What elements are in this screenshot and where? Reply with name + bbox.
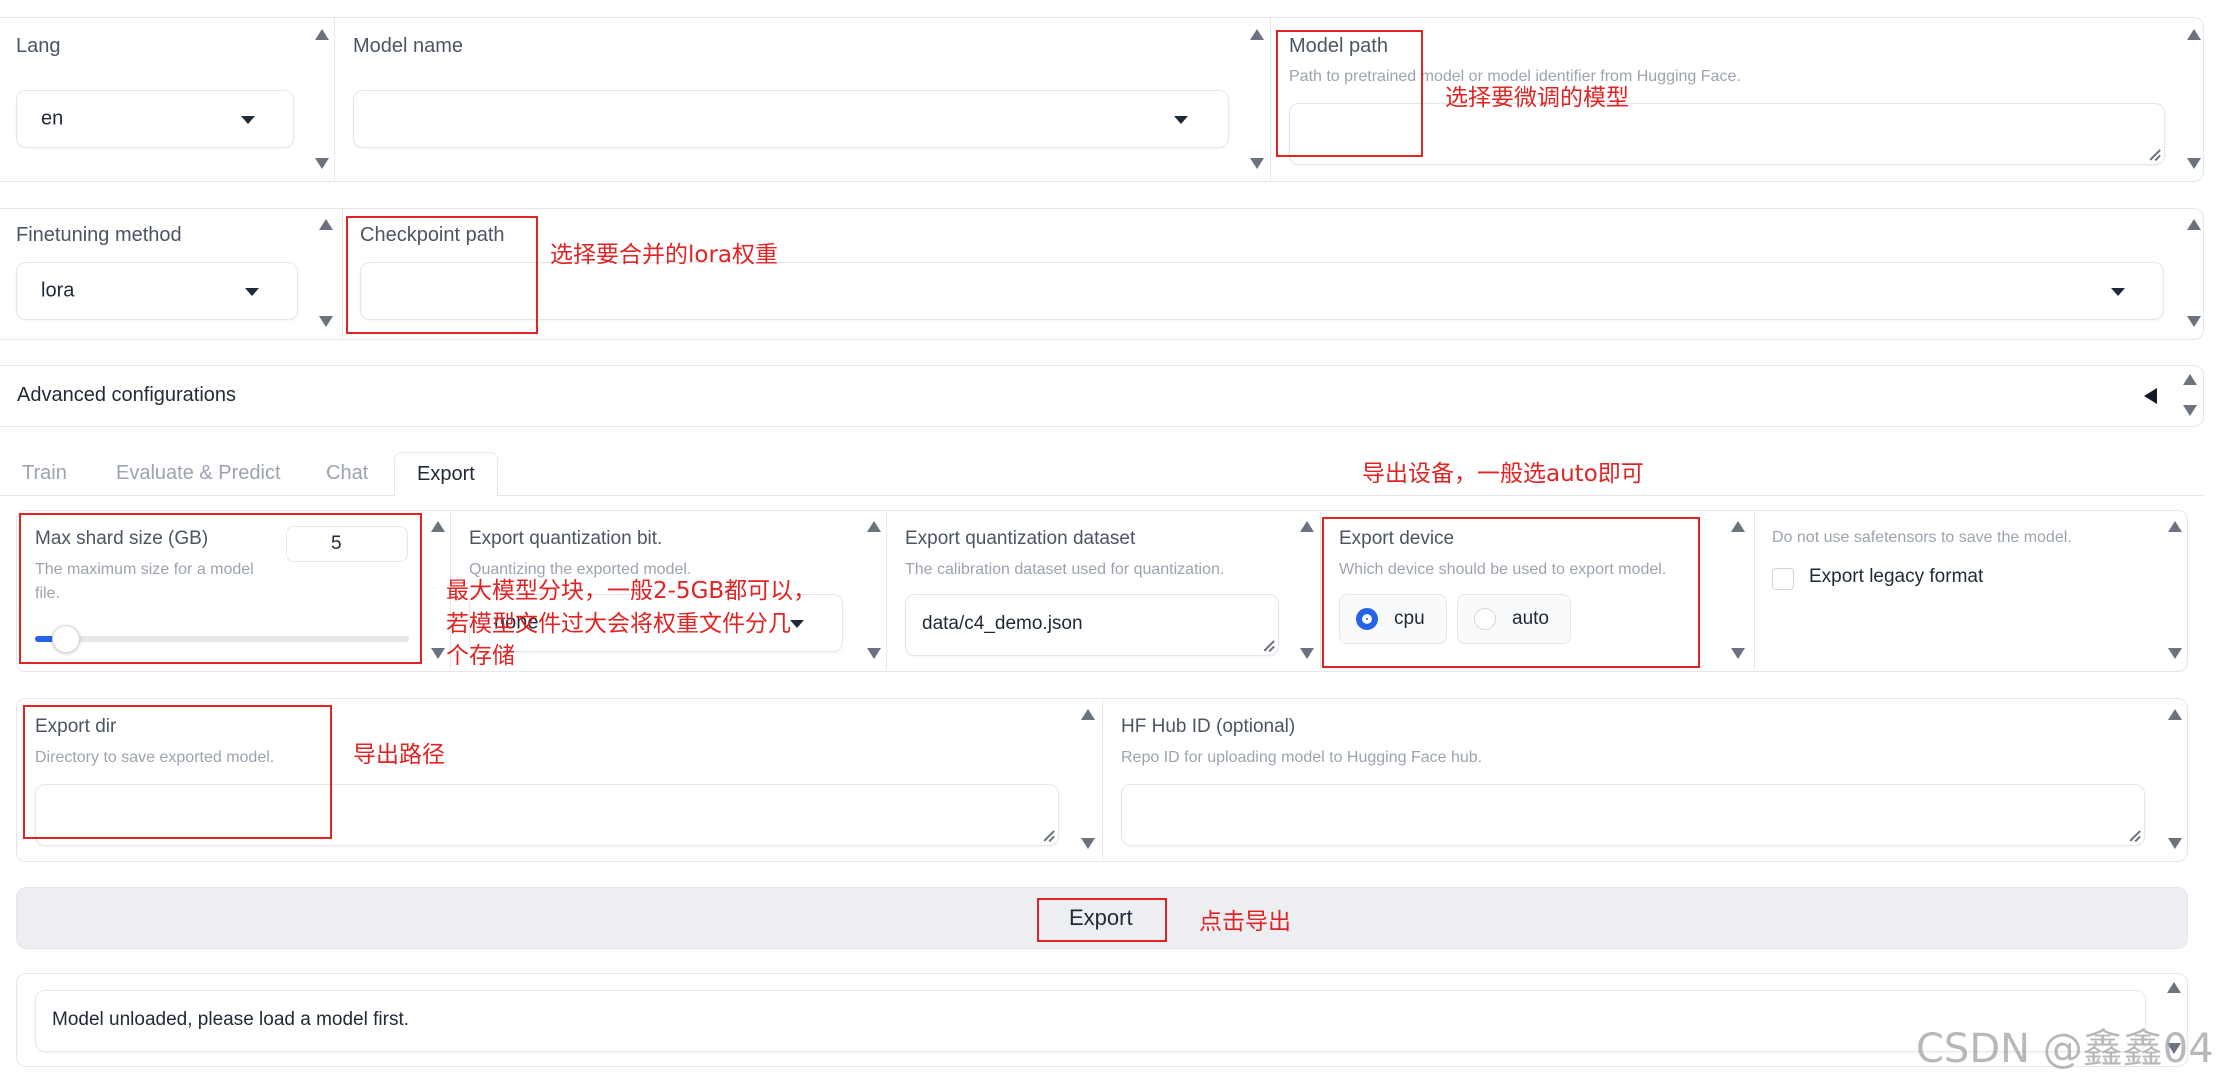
legacy-info: Do not use safetensors to save the model… <box>1772 529 2072 546</box>
annotation-box-shard <box>19 513 422 664</box>
scroll-up-icon[interactable] <box>2187 29 2201 40</box>
tab-export-label: Export <box>417 463 475 485</box>
scroll-up-icon[interactable] <box>319 219 333 230</box>
lang-dropdown[interactable]: en <box>16 90 294 148</box>
annotation-dir: 导出路径 <box>353 742 445 768</box>
resize-grip-icon[interactable] <box>1042 829 1054 841</box>
legacy-checkbox[interactable] <box>1772 568 1794 590</box>
scroll-up-icon[interactable] <box>431 521 445 532</box>
output-text: Model unloaded, please load a model firs… <box>52 1009 410 1030</box>
scroll-up-icon[interactable] <box>2167 982 2181 993</box>
scroll-down-icon[interactable] <box>315 158 329 169</box>
advanced-accordion[interactable]: Advanced configurations <box>0 365 2204 427</box>
chevron-down-icon <box>790 620 804 628</box>
finetuning-group: Finetuning method lora <box>0 208 342 340</box>
quant-bit-label: Export quantization bit. <box>469 528 663 549</box>
legacy-label: Export legacy format <box>1809 566 1984 587</box>
checkpoint-group: Checkpoint path <box>342 208 2204 340</box>
scroll-up-icon[interactable] <box>1081 709 1095 720</box>
quant-dataset-label: Export quantization dataset <box>905 528 1136 549</box>
annotation-box-device <box>1322 517 1700 668</box>
lang-group: Lang en <box>0 17 329 182</box>
scroll-down-icon[interactable] <box>1300 648 1314 659</box>
tab-bar: Train Evaluate & Predict Chat Export <box>0 452 2204 497</box>
hub-input[interactable] <box>1121 784 2145 846</box>
output-box[interactable]: Model unloaded, please load a model firs… <box>35 990 2146 1052</box>
scroll-up-icon[interactable] <box>2187 219 2201 230</box>
scroll-up-icon[interactable] <box>2168 709 2182 720</box>
lang-label: Lang <box>16 35 61 57</box>
tab-train[interactable]: Train <box>22 462 67 485</box>
resize-grip-icon[interactable] <box>1262 639 1274 651</box>
annotation-shard-1: 最大模型分块，一般2-5GB都可以， <box>446 578 817 604</box>
model-name-group: Model name <box>334 17 1270 182</box>
scroll-up-icon[interactable] <box>2168 521 2182 532</box>
tab-export[interactable]: Export <box>394 452 498 497</box>
scroll-down-icon[interactable] <box>1250 158 1264 169</box>
annotation-box-checkpoint <box>346 216 538 334</box>
annotation-button: 点击导出 <box>1199 909 1291 935</box>
resize-grip-icon[interactable] <box>2128 829 2140 841</box>
annotation-device: 导出设备，一般选auto即可 <box>1362 461 1644 487</box>
scroll-up-icon[interactable] <box>1300 521 1314 532</box>
quant-dataset-group: Export quantization dataset The calibrat… <box>886 512 1320 670</box>
scroll-up-icon[interactable] <box>1250 29 1264 40</box>
quant-dataset-value: data/c4_demo.json <box>922 613 1083 634</box>
chevron-down-icon <box>241 116 255 124</box>
scroll-down-icon[interactable] <box>2187 158 2201 169</box>
checkpoint-dropdown[interactable] <box>360 262 2164 320</box>
scroll-down-icon[interactable] <box>319 316 333 327</box>
model-name-dropdown[interactable] <box>353 90 1229 148</box>
hub-group: HF Hub ID (optional) Repo ID for uploadi… <box>1102 700 2188 860</box>
annotation-shard-2: 若模型文件过大会将权重文件分几 <box>446 611 791 637</box>
annotation-box-model-path <box>1276 30 1423 157</box>
model-name-label: Model name <box>353 35 464 57</box>
lang-value: en <box>41 107 64 130</box>
annotation-shard-3: 个存储 <box>446 643 515 669</box>
watermark: CSDN @鑫鑫04 <box>1916 1026 2214 1072</box>
chevron-down-icon <box>245 288 259 296</box>
scroll-up-icon[interactable] <box>867 521 881 532</box>
resize-grip-icon[interactable] <box>2148 148 2160 160</box>
scroll-up-icon[interactable] <box>1731 521 1745 532</box>
chevron-down-icon <box>2111 288 2125 296</box>
hub-label: HF Hub ID (optional) <box>1121 716 1296 737</box>
scroll-down-icon[interactable] <box>431 648 445 659</box>
quant-dataset-info: The calibration dataset used for quantiz… <box>905 561 1225 578</box>
tab-chat[interactable]: Chat <box>326 462 368 485</box>
chevron-down-icon <box>1174 116 1188 124</box>
scroll-down-icon[interactable] <box>2187 316 2201 327</box>
scroll-down-icon[interactable] <box>867 648 881 659</box>
scroll-down-icon[interactable] <box>1081 838 1095 849</box>
finetuning-value: lora <box>41 279 75 302</box>
hub-info: Repo ID for uploading model to Hugging F… <box>1121 749 1483 766</box>
scroll-up-icon[interactable] <box>315 29 329 40</box>
scroll-down-icon[interactable] <box>2183 405 2197 416</box>
advanced-label: Advanced configurations <box>17 384 237 406</box>
annotation-model-path: 选择要微调的模型 <box>1445 85 1629 111</box>
annotation-box-dir <box>23 705 332 839</box>
tab-evaluate[interactable]: Evaluate & Predict <box>116 462 281 485</box>
quant-dataset-input[interactable]: data/c4_demo.json <box>905 594 1279 656</box>
legacy-group: Do not use safetensors to save the model… <box>1754 512 2188 670</box>
scroll-down-icon[interactable] <box>1731 648 1745 659</box>
scroll-down-icon[interactable] <box>2168 648 2182 659</box>
scroll-down-icon[interactable] <box>2168 838 2182 849</box>
collapse-triangle-icon[interactable] <box>2144 388 2157 404</box>
annotation-checkpoint: 选择要合并的lora权重 <box>550 242 779 268</box>
scroll-up-icon[interactable] <box>2183 374 2197 385</box>
finetuning-label: Finetuning method <box>16 224 182 246</box>
finetuning-dropdown[interactable]: lora <box>16 262 298 320</box>
annotation-box-button <box>1037 898 1167 942</box>
